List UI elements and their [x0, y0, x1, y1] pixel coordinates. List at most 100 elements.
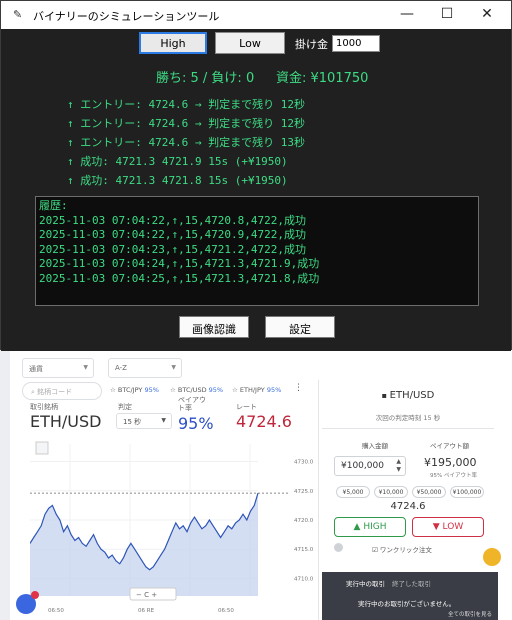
payout-rate-sub: 95% ペイアウト率 — [430, 473, 477, 479]
gift-icon[interactable] — [483, 548, 501, 566]
judge-time-select[interactable]: 15 秒 ▼ — [116, 413, 172, 429]
log-line: ↑ エントリー: 4724.6 → 判定まで残り 12秒 — [67, 98, 305, 111]
judge-time-value: 15 秒 — [123, 418, 142, 426]
help-icon[interactable] — [334, 543, 343, 552]
oneclick-toggle[interactable]: ☑ ワンクリック注文 — [372, 544, 432, 554]
favorite-eth-jpy[interactable]: ☆ ETH/JPY 95% — [232, 386, 281, 394]
next-judge-time: 次回の判定時刻 15 秒 — [375, 414, 441, 422]
chat-icon[interactable] — [16, 591, 39, 614]
favorite-name: ETH/JPY — [239, 386, 265, 394]
settings-button[interactable]: 設定 — [265, 316, 335, 338]
rate-label: レート — [236, 403, 257, 411]
y-tick-label: 4715.0 — [294, 547, 314, 553]
minimize-button[interactable]: — — [387, 1, 427, 29]
history-row: 2025-11-03 07:04:22,↑,15,4720.8,4722,成功 — [39, 213, 307, 227]
bet-label: 掛け金 — [295, 38, 328, 51]
y-tick-label: 4730.0 — [294, 460, 314, 466]
favorite-name: BTC/JPY — [117, 386, 143, 394]
current-price: 4724.6 — [390, 501, 426, 512]
arrow-up-icon: ▲ — [353, 522, 361, 532]
amount-chip[interactable]: ¥5,000 — [336, 486, 370, 498]
order-panel: ▪ ETH/USD 次回の判定時刻 15 秒 購入金額 ペイアウト額 ¥100,… — [322, 380, 498, 620]
y-tick-label: 4710.0 — [294, 576, 314, 582]
y-tick-label: 4725.0 — [294, 489, 314, 495]
image-recognition-button[interactable]: 画像認識 — [179, 316, 249, 338]
sort-filter-select[interactable]: A-Z ▼ — [108, 358, 182, 378]
amount-chip[interactable]: ¥10,000 — [374, 486, 408, 498]
amount-chips: ¥5,000 ¥10,000 ¥50,000 ¥100,000 — [336, 486, 486, 500]
search-icon: ⌕ — [31, 388, 35, 396]
x-tick-label: 06:50 — [48, 608, 64, 614]
orders-all-link[interactable]: 全ての取引を見る — [448, 610, 492, 618]
orders-tab-closed[interactable]: 終了した取引 — [392, 578, 431, 588]
high-order-button[interactable]: ▲ HIGH — [334, 517, 406, 537]
funds-balance: 資金: ¥101750 — [276, 71, 369, 86]
amount-chip[interactable]: ¥100,000 — [450, 486, 484, 498]
payout-label: ペイアウト率 — [178, 396, 206, 412]
bet-amount-input[interactable]: 1000 — [332, 35, 380, 52]
asset-name: ETH/USD — [30, 412, 102, 431]
panel-asset-header: ▪ ETH/USD — [322, 390, 494, 401]
amount-chip[interactable]: ¥50,000 — [412, 486, 446, 498]
simulation-tool-window: ✎ バイナリーのシミュレーションツール — ☐ ✕ High Low 掛け金 1… — [0, 0, 512, 351]
orders-panel: 実行中の取引 終了した取引 実行中のお取引がございません。 全ての取引を見る — [322, 572, 498, 620]
arrow-down-icon: ▼ — [432, 522, 440, 532]
title-bar[interactable]: ✎ バイナリーのシミュレーションツール — ☐ ✕ — [1, 1, 511, 29]
payout-amount-value: ¥195,000 — [424, 456, 477, 469]
zoom-icons: − C + — [136, 591, 157, 599]
favorite-pct: 95% — [208, 386, 224, 394]
high-order-label: HIGH — [363, 522, 387, 532]
favorite-name: BTC/USD — [177, 386, 207, 394]
favorite-btc-usd[interactable]: ☆ BTC/USD 95% — [170, 386, 223, 394]
orders-tab-active[interactable]: 実行中の取引 — [346, 578, 385, 588]
chevron-down-icon: ▼ — [161, 417, 166, 424]
history-textbox[interactable]: 履歴: 2025-11-03 07:04:22,↑,15,4720.8,4722… — [35, 196, 479, 306]
amount-label: 購入金額 — [362, 442, 388, 450]
judge-label: 判定 — [118, 403, 132, 411]
flag-icon: ▪ — [381, 391, 390, 400]
trading-page: 通貨 ▼ A-Z ▼ ⌕ 銘柄コード ☆ BTC/JPY 95% ☆ BTC/U… — [0, 350, 512, 620]
orders-empty-message: 実行中のお取引がございません。 — [358, 600, 456, 608]
rate-value: 4724.6 — [236, 412, 292, 431]
currency-filter-select[interactable]: 通貨 ▼ — [22, 358, 94, 378]
sort-filter-label: A-Z — [115, 364, 127, 372]
chevron-down-icon: ▼ — [171, 364, 176, 371]
x-tick-label: 06 RE — [138, 608, 155, 614]
favorite-pct: 95% — [266, 386, 282, 394]
payout-value: 95% — [178, 414, 214, 433]
amount-stepper[interactable]: ▲ ▼ — [396, 458, 401, 474]
oneclick-label: ワンクリック注文 — [379, 546, 432, 554]
close-button[interactable]: ✕ — [467, 1, 507, 29]
more-menu-icon[interactable]: ⋮ — [294, 383, 303, 393]
chevron-down-icon: ▼ — [83, 364, 88, 371]
win-loss-score: 勝ち: 5 / 負け: 0 — [156, 71, 255, 86]
log-line: ↑ エントリー: 4724.6 → 判定まで残り 12秒 — [67, 117, 305, 130]
history-row: 2025-11-03 07:04:22,↑,15,4720.9,4722,成功 — [39, 228, 307, 241]
maximize-button[interactable]: ☐ — [427, 1, 467, 29]
feather-icon: ✎ — [13, 8, 23, 21]
y-tick-label: 4720.0 — [294, 518, 314, 524]
favorite-btc-jpy[interactable]: ☆ BTC/JPY 95% — [110, 386, 159, 394]
page-left-strip — [0, 350, 10, 620]
amount-value: ¥100,000 — [341, 461, 384, 471]
price-chart[interactable]: 4730.0 4725.0 4720.0 4715.0 4710.0 06:50 06 RE… — [30, 438, 320, 618]
notification-badge — [31, 591, 39, 599]
chart-tool-button[interactable] — [35, 441, 49, 455]
log-line: ↑ エントリー: 4724.6 → 判定まで残り 13秒 — [67, 136, 305, 149]
low-button[interactable]: Low — [215, 32, 285, 54]
history-row: 2025-11-03 07:04:25,↑,15,4721.3,4721.8,成… — [39, 271, 320, 285]
asset-search-input[interactable]: ⌕ 銘柄コード — [22, 382, 102, 400]
low-order-label: LOW — [442, 522, 464, 532]
panel-divider-line — [322, 428, 494, 429]
checkbox-icon: ☑ — [372, 546, 378, 554]
log-line: ↑ 成功: 4721.3 4721.9 15s (+¥1950) — [67, 155, 288, 168]
x-tick-label: 06:50 — [218, 608, 234, 614]
high-button[interactable]: High — [139, 32, 207, 54]
history-row: 2025-11-03 07:04:23,↑,15,4721.2,4722,成功 — [39, 242, 307, 256]
favorite-pct: 95% — [144, 386, 159, 394]
asset-label: 取引銘柄 — [30, 403, 58, 411]
low-order-button[interactable]: ▼ LOW — [412, 517, 484, 537]
log-line: ↑ 成功: 4721.3 4721.8 15s (+¥1950) — [67, 174, 288, 187]
amount-input[interactable]: ¥100,000 ▲ ▼ — [334, 456, 406, 476]
panel-asset-name: ETH/USD — [389, 390, 435, 401]
